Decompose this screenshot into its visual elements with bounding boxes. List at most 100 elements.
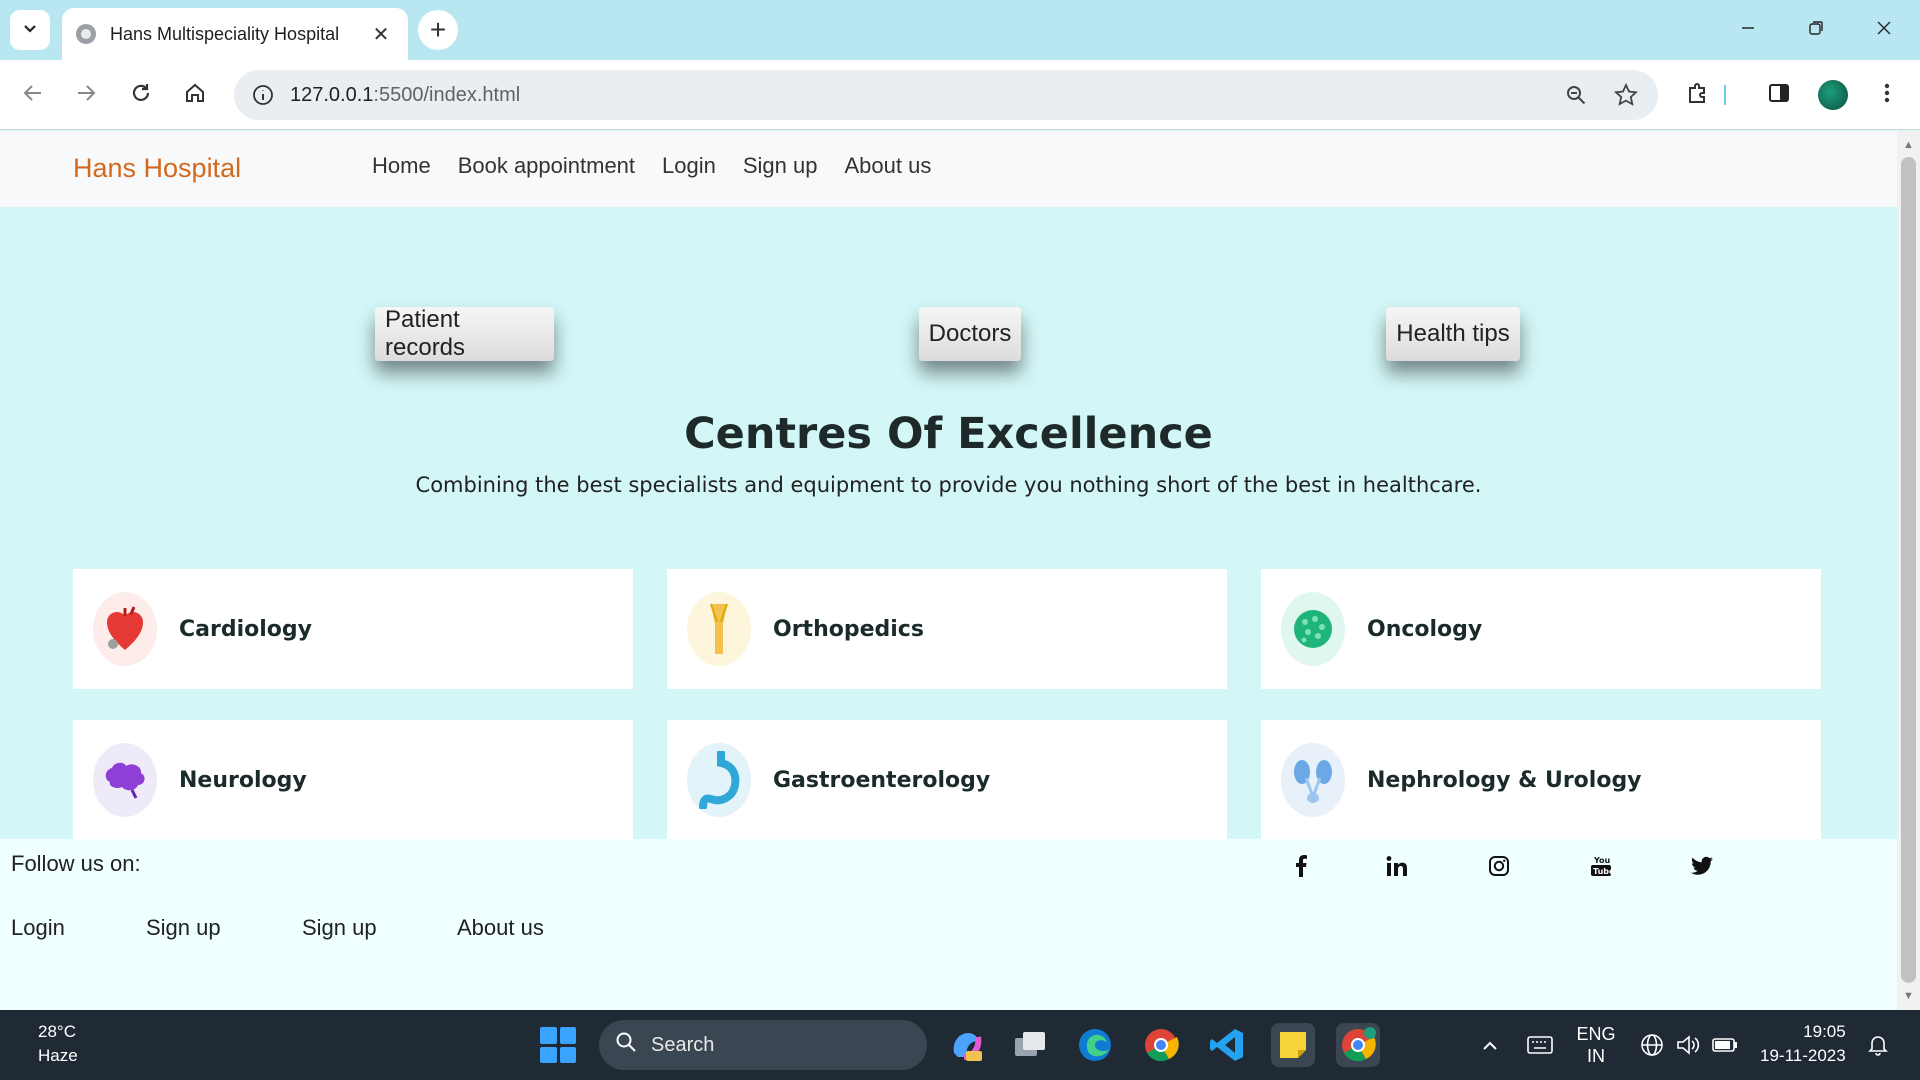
system-clock[interactable]: 19:05 19-11-2023: [1760, 1020, 1846, 1068]
arrow-left-icon: [22, 82, 44, 109]
restore-icon: [1808, 19, 1824, 42]
centre-card-gastroenterology[interactable]: Gastroenterology: [667, 720, 1227, 840]
more-vertical-icon: [1884, 82, 1890, 109]
centre-label: Neurology: [179, 767, 307, 793]
chrome-icon[interactable]: [1139, 1023, 1183, 1067]
restore-button[interactable]: [1788, 8, 1844, 52]
tab-search-button[interactable]: [10, 10, 50, 50]
centre-label: Oncology: [1367, 616, 1483, 642]
arrow-right-icon: [75, 82, 97, 109]
facebook-icon[interactable]: [1286, 851, 1316, 881]
svg-text:You: You: [1593, 856, 1611, 865]
start-button[interactable]: [540, 1027, 576, 1063]
footer-about-us-link[interactable]: About us: [457, 915, 544, 941]
centre-card-oncology[interactable]: Oncology: [1261, 569, 1821, 689]
extensions-button[interactable]: [1678, 75, 1718, 115]
centre-card-neurology[interactable]: Neurology: [73, 720, 633, 840]
instagram-icon[interactable]: [1484, 851, 1514, 881]
twitter-icon[interactable]: [1687, 851, 1717, 881]
doctors-button[interactable]: Doctors: [919, 307, 1021, 361]
language-indicator[interactable]: ENG IN: [1572, 1022, 1620, 1068]
url-path: :5500/index.html: [373, 83, 521, 106]
windows-taskbar: 28°C Haze Search ENG IN 19:05 19-11-2023: [0, 1010, 1920, 1080]
url-text[interactable]: 127.0.0.1:5500/index.html: [290, 84, 1544, 107]
task-view-icon[interactable]: [1008, 1023, 1052, 1067]
copilot-app-icon[interactable]: [944, 1023, 988, 1067]
zoom-icon[interactable]: [1558, 77, 1594, 113]
notification-bell-icon[interactable]: [1864, 1022, 1892, 1068]
back-button[interactable]: [13, 75, 53, 115]
centre-card-orthopedics[interactable]: Orthopedics: [667, 569, 1227, 689]
youtube-icon[interactable]: You Tube: [1586, 851, 1616, 881]
web-page: Hans Hospital Home Book appointment Logi…: [0, 131, 1897, 1010]
patient-records-button[interactable]: Patient records: [375, 306, 554, 361]
svg-text:Tube: Tube: [1593, 867, 1613, 876]
url-host: 127.0.0.1: [290, 83, 374, 106]
section-subheading: Combining the best specialists and equip…: [415, 473, 1482, 497]
profile-button[interactable]: [1813, 75, 1853, 115]
weather-condition: Haze: [38, 1046, 78, 1065]
volume-icon[interactable]: [1674, 1022, 1702, 1068]
home-button[interactable]: [175, 75, 215, 115]
close-icon: [1876, 19, 1892, 42]
sticky-notes-icon[interactable]: [1271, 1023, 1315, 1067]
footer-sign-up-link[interactable]: Sign up: [146, 915, 221, 941]
browser-tab[interactable]: Hans Multispeciality Hospital ✕: [62, 8, 408, 60]
bone-icon: [687, 592, 751, 666]
chevron-up-icon[interactable]: [1478, 1022, 1502, 1068]
nav-home[interactable]: Home: [372, 153, 431, 179]
side-panel-icon: [1768, 82, 1790, 109]
centre-label: Orthopedics: [773, 616, 924, 642]
weather-widget[interactable]: 28°C Haze: [38, 1020, 78, 1068]
centre-label: Gastroenterology: [773, 767, 991, 793]
scroll-up-icon[interactable]: ▲: [1897, 135, 1920, 155]
browser-menu-button[interactable]: [1867, 75, 1907, 115]
side-panel-button[interactable]: [1759, 75, 1799, 115]
kidney-icon: [1281, 743, 1345, 817]
nav-sign-up[interactable]: Sign up: [743, 153, 818, 179]
centre-card-cardiology[interactable]: Cardiology: [73, 569, 633, 689]
taskbar-search[interactable]: Search: [599, 1020, 927, 1070]
nav-about-us[interactable]: About us: [845, 153, 932, 179]
keyboard-icon[interactable]: [1524, 1022, 1556, 1068]
scroll-down-icon[interactable]: ▼: [1897, 986, 1920, 1006]
footer-sign-up-link-2[interactable]: Sign up: [302, 915, 377, 941]
battery-icon[interactable]: [1710, 1022, 1740, 1068]
linkedin-icon[interactable]: [1382, 851, 1412, 881]
reload-button[interactable]: [121, 75, 161, 115]
site-navbar: Hans Hospital Home Book appointment Logi…: [0, 131, 1897, 207]
health-tips-button[interactable]: Health tips: [1386, 307, 1520, 361]
follow-us-label: Follow us on:: [11, 851, 141, 876]
close-window-button[interactable]: [1856, 8, 1912, 52]
cell-icon: [1281, 592, 1345, 666]
footer-login-link[interactable]: Login: [11, 915, 65, 941]
windows-logo-icon: [540, 1027, 557, 1044]
bookmark-star-icon[interactable]: [1608, 77, 1644, 113]
centre-label: Cardiology: [179, 616, 312, 642]
centre-card-nephrology-urology[interactable]: Nephrology & Urology: [1261, 720, 1821, 840]
browser-tab-bar: Hans Multispeciality Hospital ✕ +: [0, 0, 1920, 60]
nav-book-appointment[interactable]: Book appointment: [458, 153, 635, 179]
new-tab-button[interactable]: +: [418, 10, 458, 50]
forward-button[interactable]: [66, 75, 106, 115]
chrome-active-icon[interactable]: [1336, 1023, 1380, 1067]
site-info-icon[interactable]: [248, 80, 278, 110]
search-label: Search: [651, 1033, 715, 1056]
site-brand[interactable]: Hans Hospital: [73, 153, 241, 184]
home-icon: [184, 82, 206, 109]
globe-icon: [76, 24, 96, 44]
chevron-down-icon: [22, 20, 38, 41]
nav-login[interactable]: Login: [662, 153, 716, 179]
network-icon[interactable]: [1638, 1022, 1666, 1068]
vscode-icon[interactable]: [1205, 1023, 1249, 1067]
scrollbar-thumb[interactable]: [1901, 157, 1916, 983]
minimize-button[interactable]: [1720, 8, 1776, 52]
tab-title: Hans Multispeciality Hospital: [110, 23, 340, 44]
page-scrollbar[interactable]: ▲ ▼: [1897, 131, 1920, 1010]
search-icon: [615, 1031, 637, 1059]
reload-icon: [130, 82, 152, 109]
tab-close-button[interactable]: ✕: [368, 22, 394, 47]
region-code: IN: [1587, 1046, 1605, 1066]
address-bar[interactable]: 127.0.0.1:5500/index.html: [234, 70, 1658, 120]
edge-browser-icon[interactable]: [1073, 1023, 1117, 1067]
